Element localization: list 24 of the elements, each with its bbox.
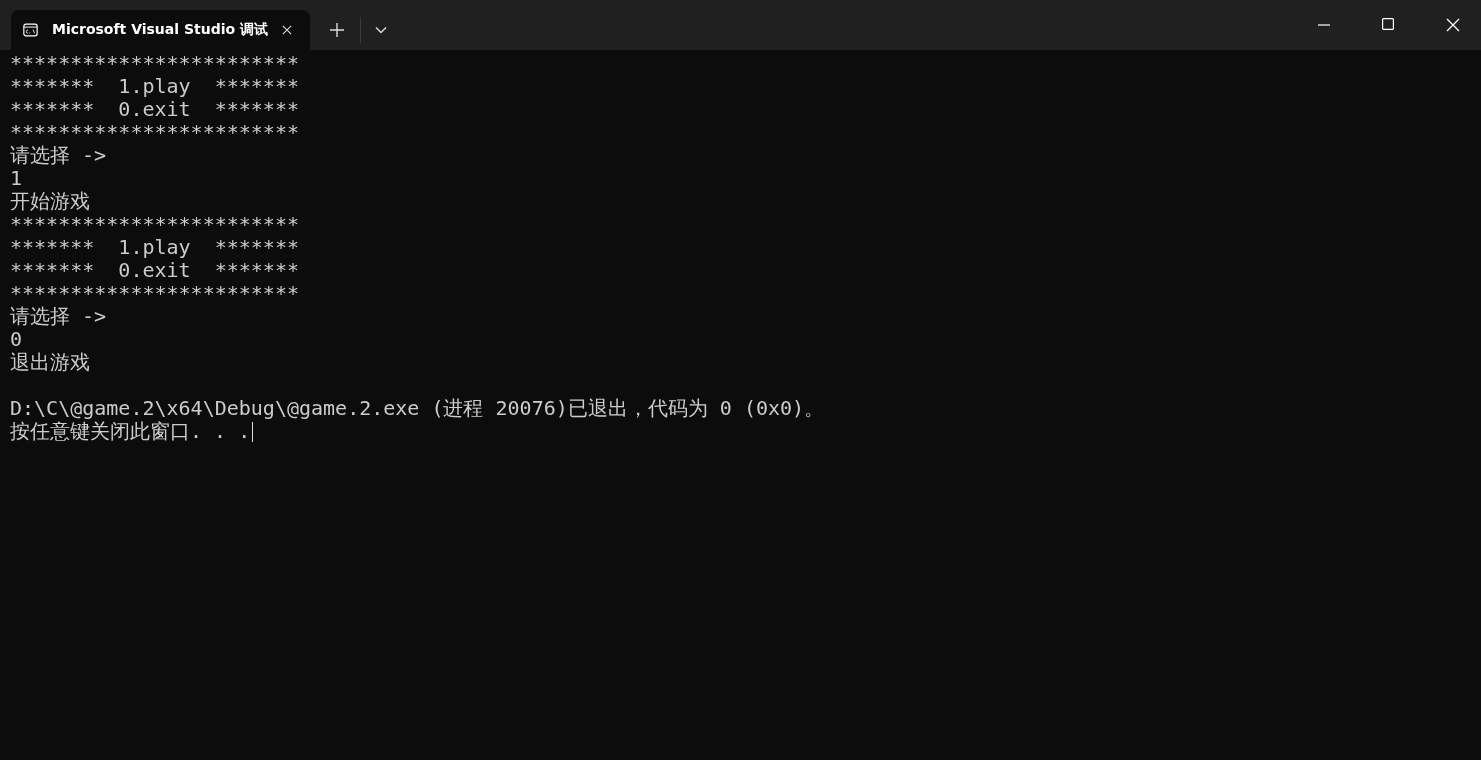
- console-line: ******* 0.exit *******: [10, 259, 299, 282]
- tab-title: Microsoft Visual Studio 调试: [52, 21, 268, 39]
- console-line: 退出游戏: [10, 351, 90, 374]
- console-line: 按任意键关闭此窗口. . .: [10, 420, 251, 443]
- console-line: ******* 0.exit *******: [10, 98, 299, 121]
- console-line: 请选择 ->: [10, 144, 107, 167]
- console-line: 0: [10, 328, 23, 351]
- dropdown-icon[interactable]: [375, 26, 387, 34]
- console-line: 请选择 ->: [10, 305, 107, 328]
- new-tab-icon[interactable]: [330, 23, 344, 37]
- console-line: ******* 1.play *******: [10, 75, 299, 98]
- console-line: 开始游戏: [10, 190, 90, 213]
- close-tab-icon[interactable]: [282, 24, 292, 36]
- console-line: ******* 1.play *******: [10, 236, 299, 259]
- console-icon: [23, 22, 38, 38]
- terminal-tab[interactable]: Microsoft Visual Studio 调试: [11, 10, 310, 50]
- console-line: ************************: [10, 282, 299, 305]
- console-line: ************************: [10, 213, 299, 236]
- console-line: ************************: [10, 52, 299, 75]
- close-icon[interactable]: [1446, 18, 1460, 32]
- console-line: D:\C\@game.2\x64\Debug\@game.2.exe (进程 20076)已退出，代码为 0 (0x0)。: [10, 397, 825, 420]
- maximize-icon[interactable]: [1382, 18, 1394, 30]
- console-line: 1: [10, 167, 23, 190]
- console-line: ************************: [10, 121, 299, 144]
